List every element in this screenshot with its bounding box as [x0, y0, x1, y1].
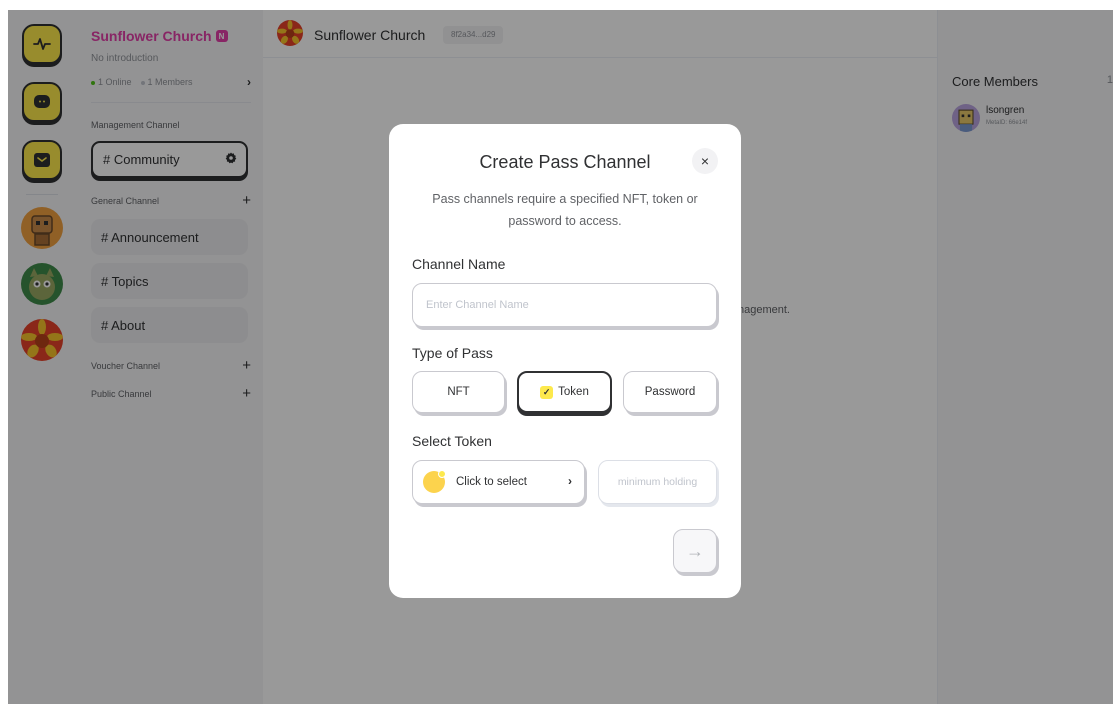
token-select-text: Click to select	[456, 476, 527, 488]
pass-option-nft[interactable]: NFT	[412, 371, 505, 413]
modal-title: Create Pass Channel	[479, 152, 651, 172]
pass-option-nft-label: NFT	[447, 386, 470, 398]
arrow-right-icon: →	[686, 541, 704, 561]
pass-option-password[interactable]: Password	[623, 371, 717, 413]
close-icon: ×	[700, 153, 710, 169]
token-coin-icon	[423, 470, 446, 493]
pass-option-token[interactable]: ✓ Token	[517, 371, 612, 413]
checkmark-icon: ✓	[540, 385, 554, 399]
type-of-pass-label: Type of Pass	[412, 345, 493, 361]
pass-option-password-label: Password	[644, 386, 696, 398]
close-button[interactable]: ×	[692, 148, 718, 174]
channel-name-input[interactable]	[412, 283, 717, 327]
modal-description: Pass channels require a specified NFT, t…	[432, 192, 698, 228]
pass-option-token-label: Token	[558, 386, 589, 398]
channel-name-label: Channel Name	[412, 256, 506, 272]
create-pass-channel-modal: Create Pass Channel × Pass channels requ…	[389, 124, 741, 598]
next-button[interactable]: →	[673, 529, 717, 573]
select-token-label: Select Token	[412, 433, 492, 449]
chevron-right-icon: ›	[568, 474, 572, 488]
app-frame: Sunflower Church N No introduction 1 Onl…	[8, 10, 1113, 704]
minimum-holding-input[interactable]	[598, 460, 717, 504]
token-select-button[interactable]: Click to select ›	[412, 460, 585, 504]
